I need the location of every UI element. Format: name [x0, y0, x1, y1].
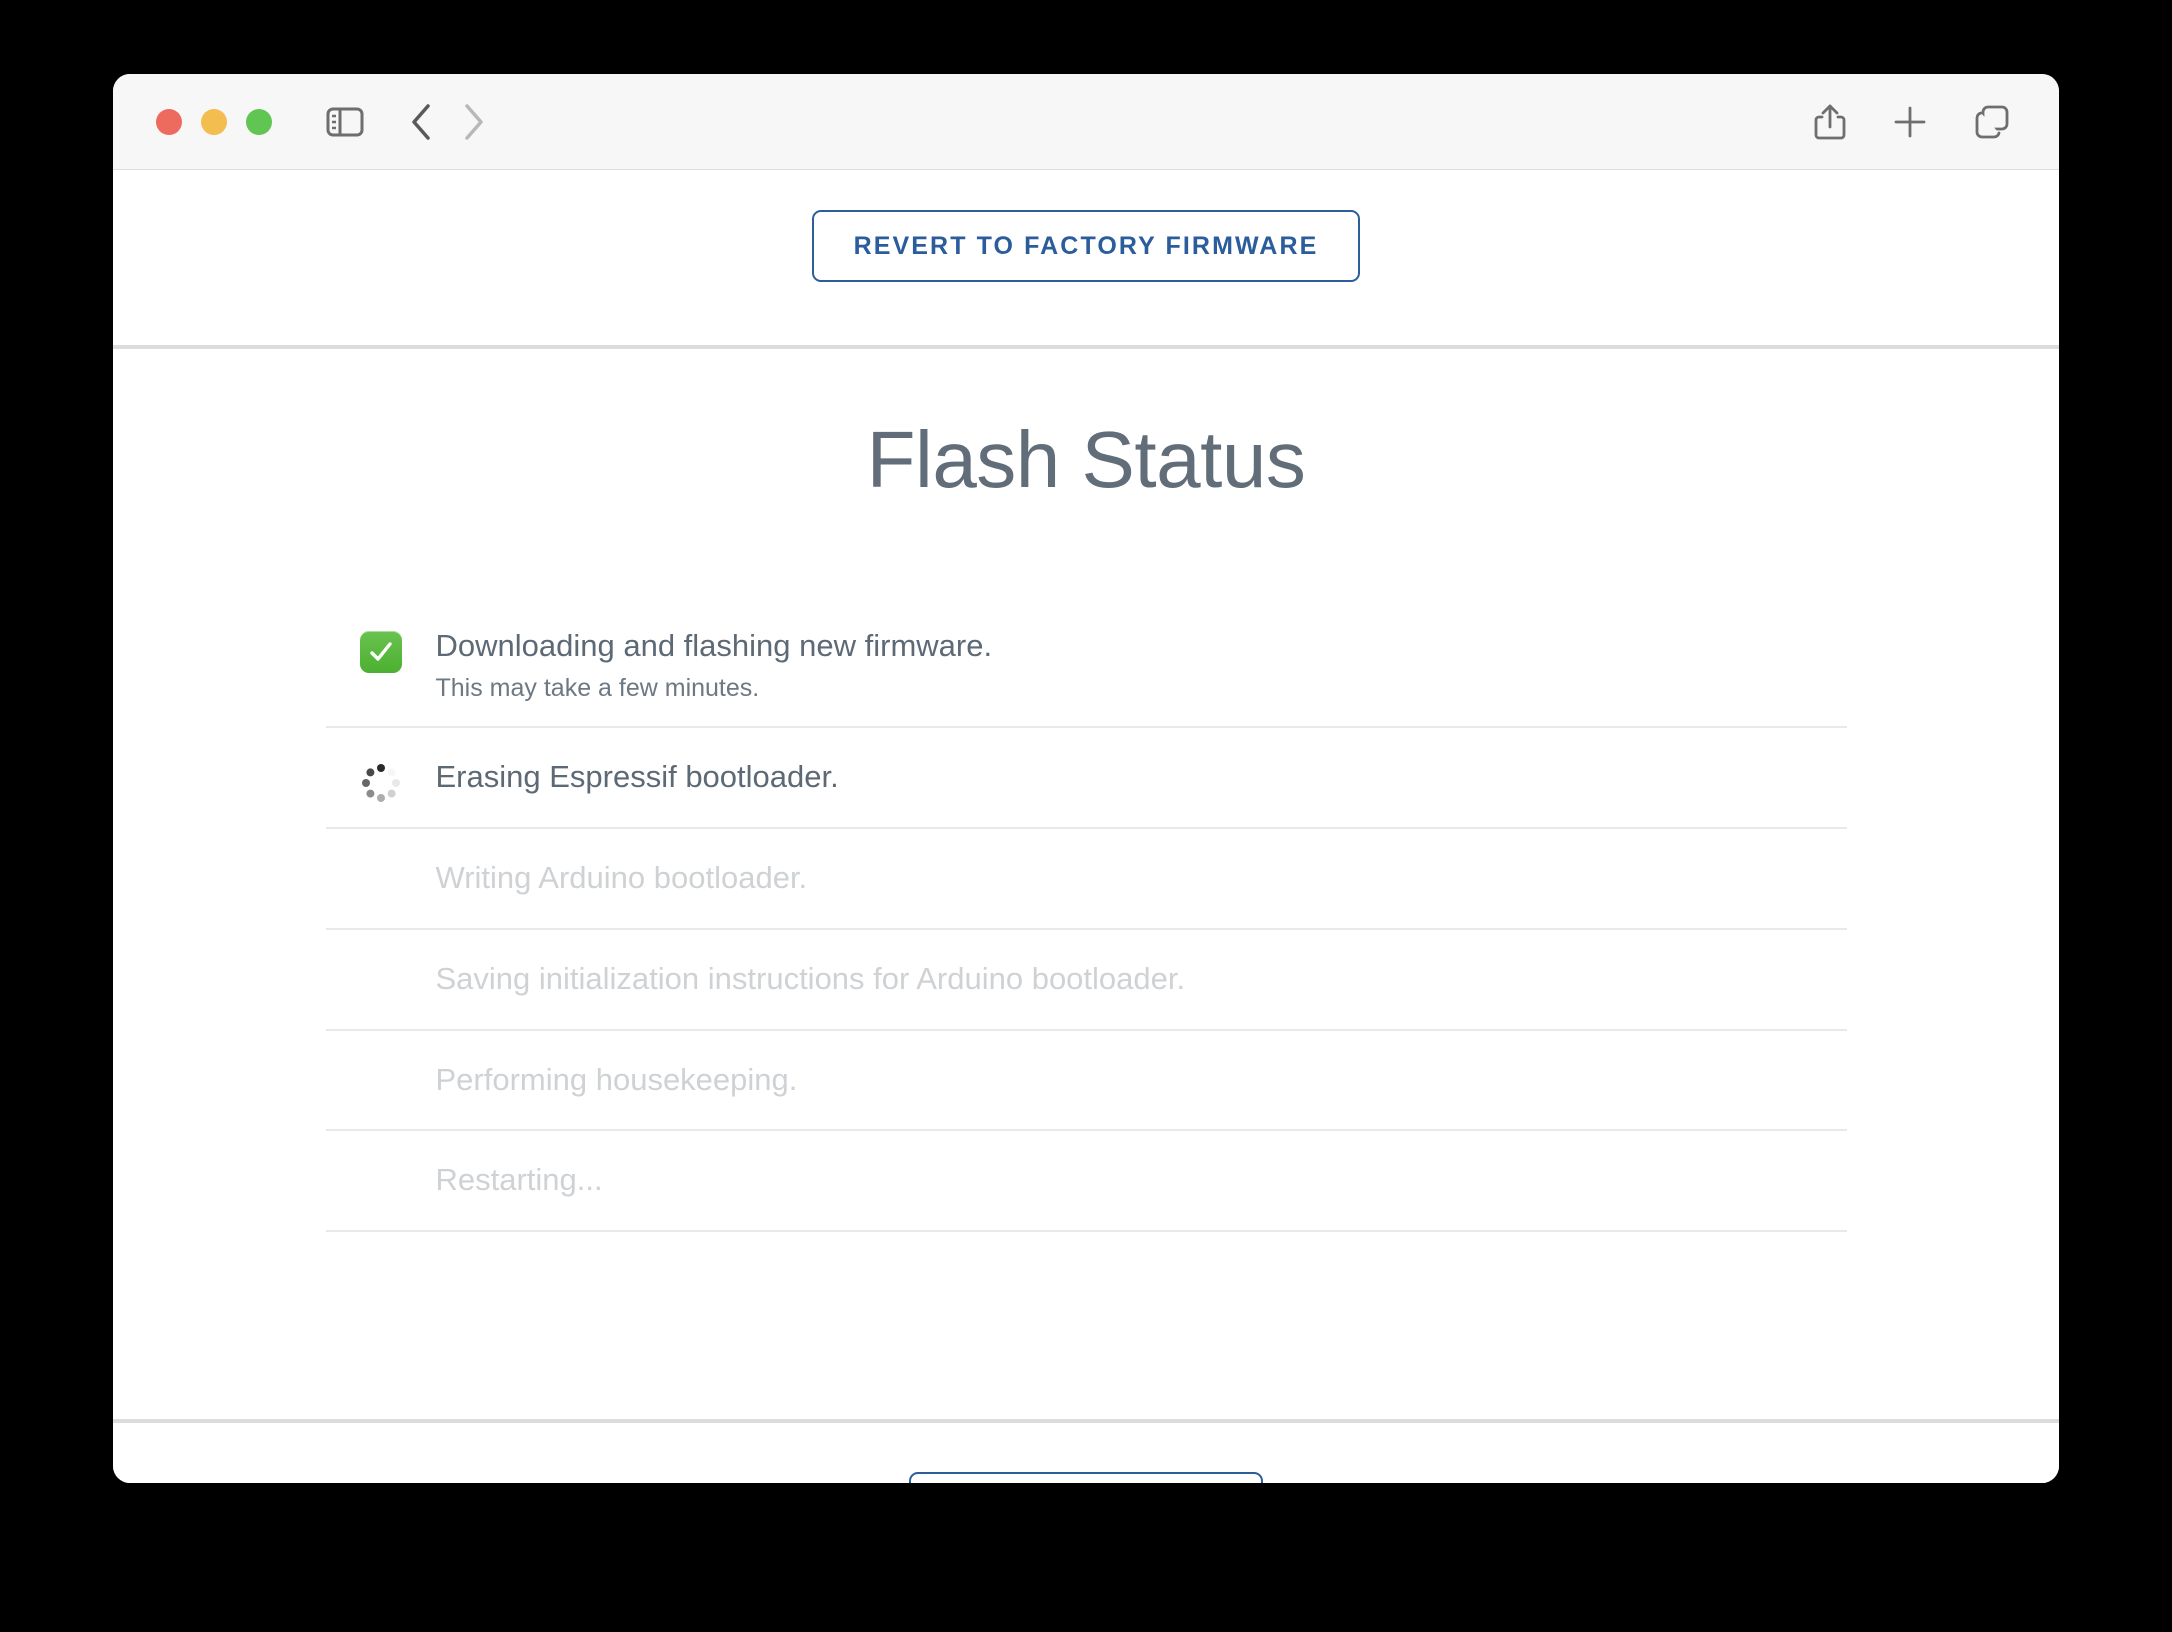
step-text: Writing Arduino bootloader.: [436, 859, 1847, 928]
web-page-content: REVERT TO FACTORY FIRMWARE Flash Status: [113, 170, 2059, 1483]
page-title: Flash Status: [866, 415, 1306, 504]
tab-overview-icon[interactable]: [1973, 104, 2011, 140]
browser-toolbar: esp2ino.local: [113, 74, 2059, 234]
step-title: Performing housekeeping.: [435, 1061, 798, 1097]
step-icon-slot: [326, 758, 436, 804]
step-icon-slot: [326, 627, 436, 673]
list-item: Saving initialization instructions for A…: [325, 930, 1847, 1031]
step-title: Saving initialization instructions for A…: [435, 960, 1186, 996]
flash-status-step-list: Downloading and flashing new firmware. T…: [325, 506, 1847, 1232]
list-item: Writing Arduino bootloader.: [325, 829, 1847, 930]
revert-to-factory-firmware-button[interactable]: REVERT TO FACTORY FIRMWARE: [811, 210, 1361, 282]
close-window-button[interactable]: [156, 108, 182, 135]
minimize-window-button[interactable]: [201, 108, 227, 135]
back-chevron-icon[interactable]: [408, 102, 434, 142]
step-text: Erasing Espressif bootloader.: [436, 758, 1847, 827]
maximize-window-button[interactable]: [246, 108, 272, 135]
step-title: Erasing Espressif bootloader.: [435, 759, 839, 795]
step-title: Downloading and flashing new firmware.: [435, 628, 993, 663]
forward-chevron-icon[interactable]: [460, 102, 486, 142]
step-icon-slot: [326, 859, 436, 863]
step-text: Restarting...: [436, 1161, 1847, 1230]
safari-browser-window: esp2ino.local: [113, 74, 2059, 1483]
list-item: Downloading and flashing new firmware. T…: [325, 601, 1847, 729]
list-item: Performing housekeeping.: [325, 1031, 1847, 1132]
step-icon-slot: [326, 1161, 436, 1165]
share-icon[interactable]: [1813, 102, 1847, 142]
flash-status-section: Flash Status Downloading and flashing ne…: [113, 349, 2059, 1232]
step-text: Saving initialization instructions for A…: [436, 960, 1847, 1029]
show-device-info-button[interactable]: SHOW DEVICE INFO: [908, 1472, 1264, 1483]
list-item: Restarting...: [325, 1131, 1847, 1232]
desktop-background: esp2ino.local: [0, 0, 2172, 1632]
page-footer-section: SHOW DEVICE INFO: [113, 1423, 2059, 1483]
sidebar-icon[interactable]: [326, 107, 364, 137]
step-text: Downloading and flashing new firmware. T…: [436, 627, 1847, 726]
list-item: Erasing Espressif bootloader.: [325, 728, 1847, 829]
window-traffic-lights: [156, 108, 272, 135]
step-title: Writing Arduino bootloader.: [435, 860, 808, 895]
page-header-section: REVERT TO FACTORY FIRMWARE: [113, 170, 2059, 345]
toolbar-right-actions: [1813, 74, 2011, 169]
green-check-icon: [359, 631, 402, 673]
step-title: Restarting...: [435, 1162, 603, 1198]
step-icon-slot: [326, 960, 436, 964]
loading-spinner-icon: [360, 762, 402, 804]
step-subtitle: This may take a few minutes.: [435, 673, 760, 702]
step-text: Performing housekeeping.: [436, 1061, 1847, 1130]
step-icon-slot: [326, 1061, 436, 1065]
plus-icon[interactable]: [1893, 105, 1927, 139]
